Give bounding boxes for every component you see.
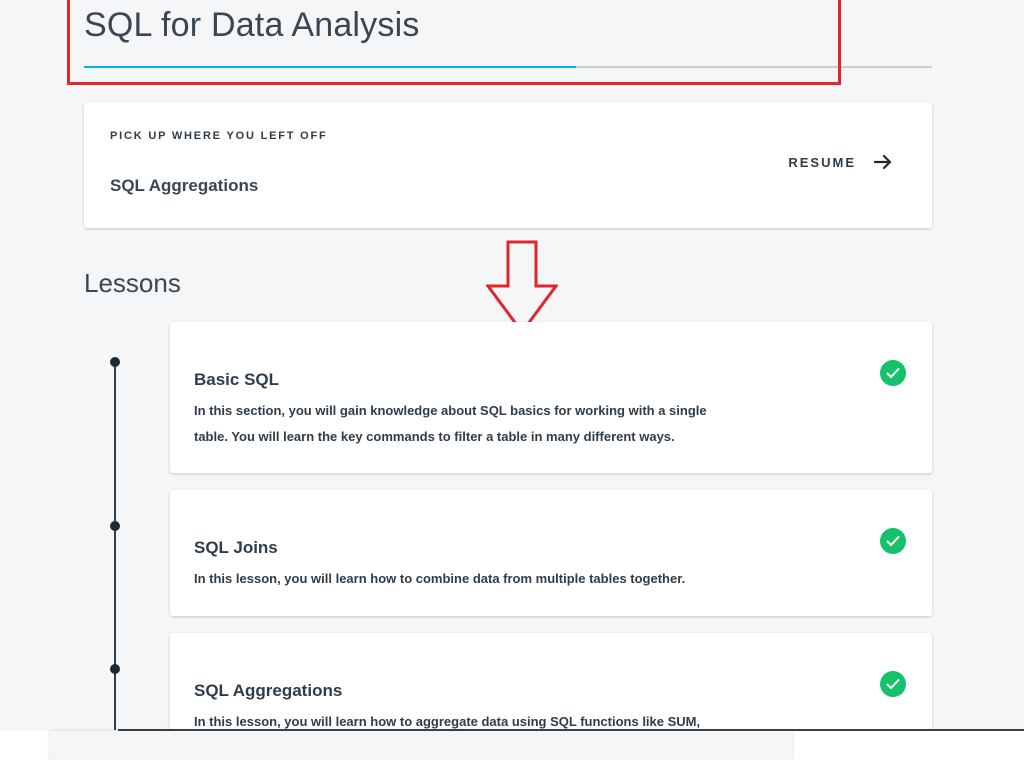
- lessons-heading: Lessons: [84, 268, 181, 298]
- annotation-highlight-box: [67, 0, 841, 85]
- lesson-description: In this lesson, you will learn how to co…: [194, 571, 686, 586]
- lesson-card-basic-sql[interactable]: Basic SQL In this section, you will gain…: [170, 322, 932, 473]
- check-circle-icon: [880, 360, 906, 386]
- timeline-dot: [107, 518, 123, 534]
- arrow-right-icon: [874, 154, 892, 170]
- bottom-divider: [118, 729, 1024, 731]
- check-circle-icon: [880, 528, 906, 554]
- lesson-title: Basic SQL: [194, 370, 280, 389]
- resume-card: PICK UP WHERE YOU LEFT OFF SQL Aggregati…: [84, 102, 932, 228]
- lesson-card-sql-aggregations[interactable]: SQL Aggregations In this lesson, you wil…: [170, 633, 932, 743]
- resume-button[interactable]: RESUME: [788, 154, 892, 170]
- timeline-dot: [107, 661, 123, 677]
- resume-lesson-title: SQL Aggregations: [110, 176, 259, 195]
- lesson-title: SQL Joins: [194, 538, 278, 557]
- check-circle-icon: [880, 671, 906, 697]
- resume-eyebrow: PICK UP WHERE YOU LEFT OFF: [110, 130, 328, 142]
- lesson-description: In this section, you will gain knowledge…: [194, 403, 707, 444]
- lesson-card-sql-joins[interactable]: SQL Joins In this lesson, you will learn…: [170, 490, 932, 616]
- timeline-line: [114, 362, 116, 730]
- bottom-overlay-card: [50, 731, 792, 760]
- resume-button-label: RESUME: [788, 154, 856, 170]
- timeline-dot: [107, 354, 123, 370]
- lesson-title: SQL Aggregations: [194, 681, 343, 700]
